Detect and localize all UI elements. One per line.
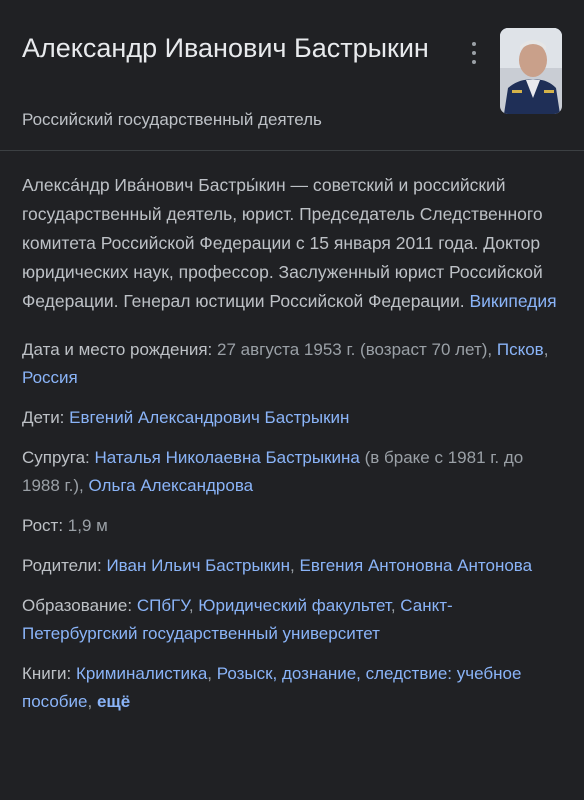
portrait-image[interactable] (500, 28, 562, 114)
fact-books: Книги: Криминалистика, Розыск, дознание,… (22, 664, 522, 711)
subtitle: Российский государственный деятель (22, 110, 322, 129)
education-link[interactable]: СПбГУ (137, 596, 189, 615)
fact-label: Рост: (22, 516, 64, 535)
more-vert-icon[interactable] (464, 42, 484, 64)
knowledge-panel-header: Александр Иванович Бастрыкин Российский … (0, 0, 584, 151)
fact-education: Образование: СПбГУ, Юридический факульте… (22, 596, 453, 643)
fact-label: Дата и место рождения: (22, 340, 213, 359)
country-link[interactable]: Россия (22, 368, 78, 387)
fact-label: Образование: (22, 596, 133, 615)
fact-label: Книги: (22, 664, 72, 683)
parent-link[interactable]: Иван Ильич Бастрыкин (106, 556, 290, 575)
fact-label: Родители: (22, 556, 102, 575)
fact-label: Дети: (22, 408, 65, 427)
facts-list: Дата и место рождения: 27 августа 1953 г… (22, 336, 562, 716)
page-title: Александр Иванович Бастрыкин (22, 33, 429, 63)
spouse-link[interactable]: Ольга Александрова (89, 476, 254, 495)
birth-date: 27 августа 1953 г. (возраст 70 лет), (217, 340, 493, 359)
child-link[interactable]: Евгений Александрович Бастрыкин (69, 408, 349, 427)
fact-spouse: Супруга: Наталья Николаевна Бастрыкина (… (22, 444, 562, 500)
education-link[interactable]: Юридический факультет (198, 596, 391, 615)
fact-height: Рост: 1,9 м (22, 512, 562, 540)
wikipedia-link[interactable]: Википедия (469, 291, 556, 311)
fact-label: Супруга: (22, 448, 90, 467)
more-link[interactable]: ещё (97, 692, 130, 711)
book-link[interactable]: Криминалистика (76, 664, 207, 683)
height-value: 1,9 м (67, 516, 108, 535)
spouse-link[interactable]: Наталья Николаевна Бастрыкина (95, 448, 360, 467)
description: Алекса́ндр Ива́нович Бастры́кин — советс… (22, 171, 562, 316)
fact-children: Дети: Евгений Александрович Бастрыкин (22, 404, 562, 432)
fact-parents: Родители: Иван Ильич Бастрыкин, Евгения … (22, 556, 533, 575)
description-text: Алекса́ндр Ива́нович Бастры́кин — советс… (22, 175, 543, 311)
fact-birth: Дата и место рождения: 27 августа 1953 г… (22, 340, 549, 387)
birthplace-link[interactable]: Псков (497, 340, 544, 359)
parent-link[interactable]: Евгения Антоновна Антонова (300, 556, 533, 575)
